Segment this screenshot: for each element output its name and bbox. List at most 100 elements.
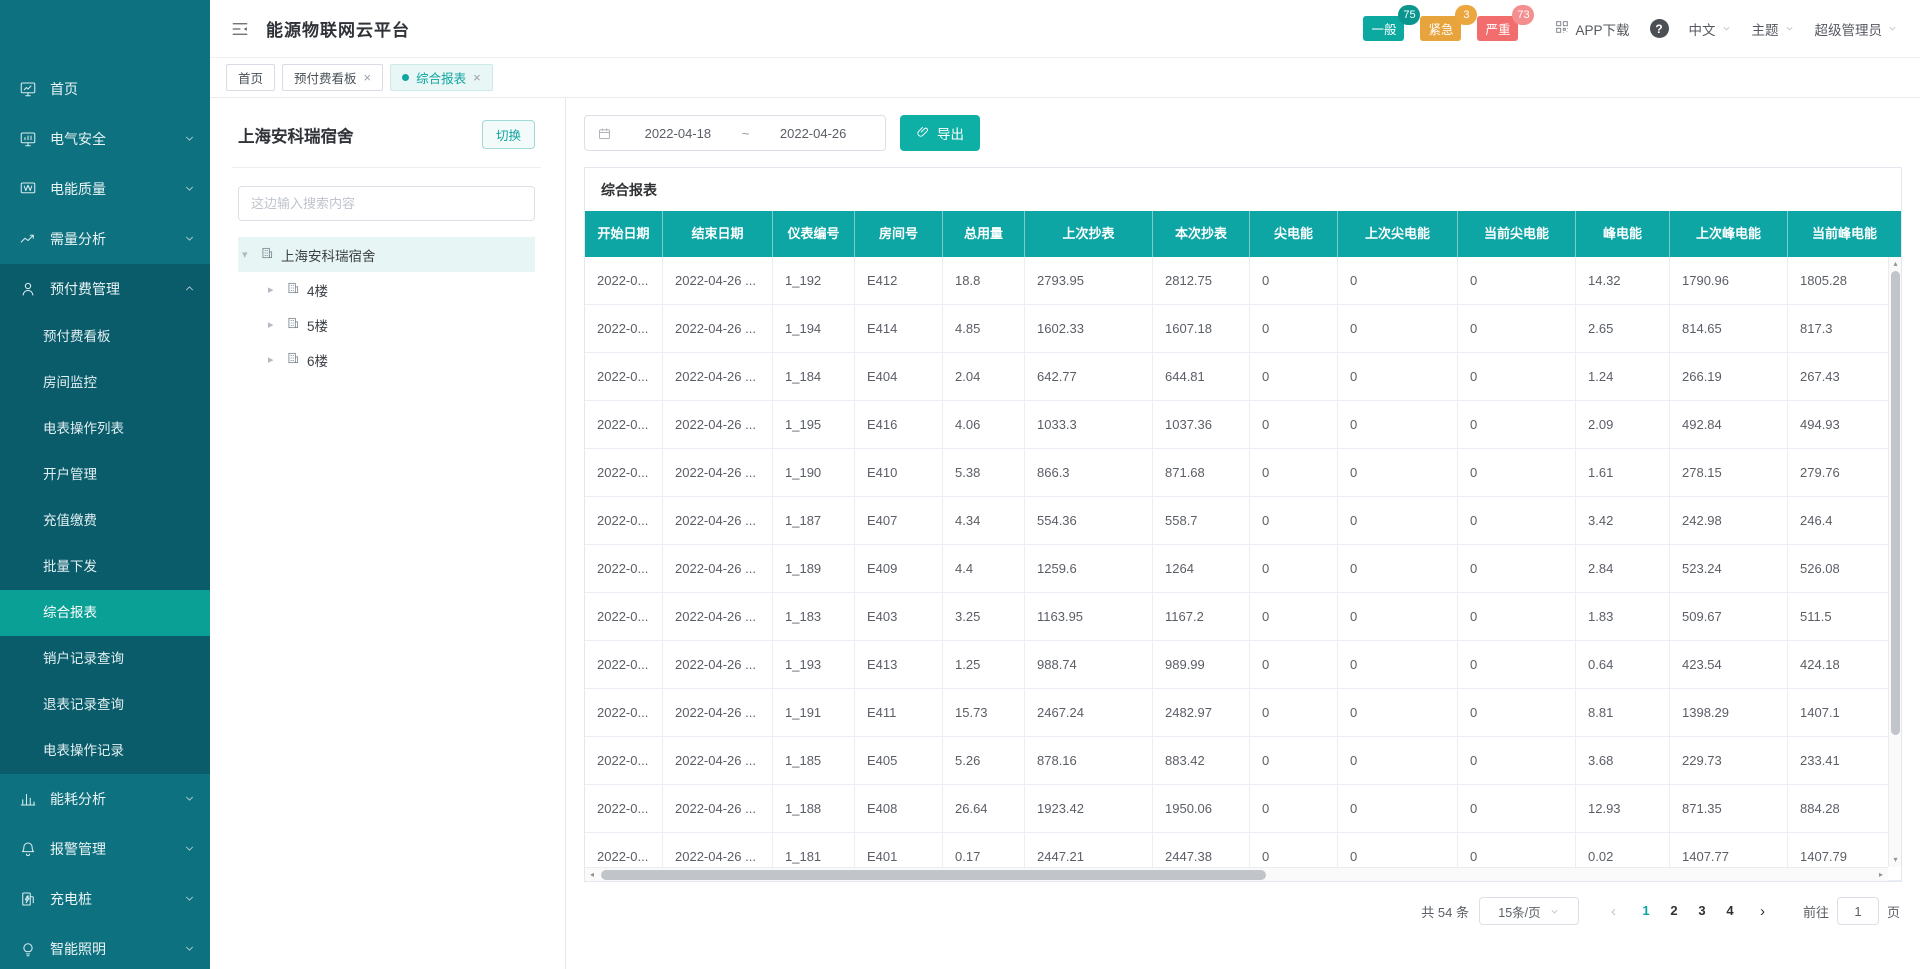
column-header: 本次抄表: [1153, 211, 1250, 257]
next-page-button[interactable]: ›: [1754, 903, 1771, 920]
table-cell: 1398.29: [1670, 689, 1788, 737]
page-3-button[interactable]: 3: [1688, 897, 1716, 925]
sidebar-item-prepaid-management[interactable]: 预付费管理: [0, 264, 210, 314]
alarm-badge-critical[interactable]: 严重73: [1477, 16, 1518, 41]
table-cell: 0.64: [1576, 641, 1670, 689]
page-4-button[interactable]: 4: [1716, 897, 1744, 925]
column-header: 仪表编号: [773, 211, 855, 257]
sidebar-subitem-meter-operation-list[interactable]: 电表操作列表: [0, 406, 210, 452]
caret-right-icon[interactable]: ▸: [268, 353, 279, 366]
table-cell: 2022-04-26 ...: [663, 449, 773, 497]
sidebar-item-alarm-management[interactable]: 报警管理: [0, 824, 210, 874]
sidebar-item-energy-analysis[interactable]: 能耗分析: [0, 774, 210, 824]
sidebar-item-label: 报警管理: [50, 839, 106, 859]
end-date-value[interactable]: 2022-04-26: [753, 126, 873, 141]
table-cell: 0: [1250, 641, 1338, 689]
menu-fold-icon[interactable]: [230, 20, 250, 38]
sidebar-item-charging-pile[interactable]: 充电桩: [0, 874, 210, 924]
building-icon: [260, 246, 274, 263]
table-cell: 2.04: [943, 353, 1025, 401]
sidebar-subitem-account-close-query[interactable]: 销户记录查询: [0, 636, 210, 682]
table-cell: 1163.95: [1025, 593, 1153, 641]
column-header: 峰电能: [1576, 211, 1670, 257]
table-cell: 233.41: [1788, 737, 1901, 785]
language-label: 中文: [1689, 19, 1716, 39]
sidebar-subitem-batch-issue[interactable]: 批量下发: [0, 544, 210, 590]
alarm-badge-general[interactable]: 一般75: [1363, 16, 1404, 41]
user-menu[interactable]: 超级管理员: [1815, 19, 1899, 39]
caret-right-icon[interactable]: ▸: [268, 283, 279, 296]
table-cell: E411: [855, 689, 943, 737]
sidebar-subitem-meter-return-query[interactable]: 退表记录查询: [0, 682, 210, 728]
alarm-badge-urgent[interactable]: 紧急3: [1420, 16, 1461, 41]
language-select[interactable]: 中文: [1689, 19, 1732, 39]
help-icon[interactable]: ?: [1650, 19, 1669, 38]
table-cell: 1.83: [1576, 593, 1670, 641]
sidebar-subitem-recharge-payment[interactable]: 充值缴费: [0, 498, 210, 544]
sidebar-subitem-prepaid-dashboard[interactable]: 预付费看板: [0, 314, 210, 360]
close-tab-icon[interactable]: ×: [364, 71, 372, 84]
table-cell: E408: [855, 785, 943, 833]
close-tab-icon[interactable]: ×: [473, 71, 481, 84]
table-cell: 0: [1458, 257, 1576, 305]
sidebar-subitem-room-monitor[interactable]: 房间监控: [0, 360, 210, 406]
sidebar-item-home[interactable]: 首页: [0, 64, 210, 114]
tree-node-floor-6楼[interactable]: ▸6楼: [238, 342, 535, 377]
tab-home[interactable]: 首页: [226, 64, 275, 91]
table-cell: 1_194: [773, 305, 855, 353]
app-download-link[interactable]: APP下载: [1554, 19, 1629, 39]
app-title: 能源物联网云平台: [266, 16, 410, 41]
page-size-select[interactable]: 15条/页: [1479, 897, 1579, 925]
chevron-down-icon: [1784, 23, 1795, 34]
caret-right-icon[interactable]: ▸: [268, 318, 279, 331]
tab-comprehensive-report[interactable]: 综合报表 ×: [390, 64, 493, 91]
table-cell: 229.73: [1670, 737, 1788, 785]
scroll-up-icon[interactable]: ▴: [1889, 258, 1902, 270]
tree-node-floor-5楼[interactable]: ▸5楼: [238, 307, 535, 342]
horizontal-scrollbar[interactable]: ◂ ▸: [585, 867, 1888, 881]
page-1-button[interactable]: 1: [1632, 897, 1660, 925]
table-cell: 4.4: [943, 545, 1025, 593]
table-cell: E416: [855, 401, 943, 449]
table-cell: 0: [1458, 785, 1576, 833]
sidebar-subitem-account-opening[interactable]: 开户管理: [0, 452, 210, 498]
table-cell: 878.16: [1025, 737, 1153, 785]
switch-site-button[interactable]: 切换: [482, 120, 535, 149]
table-cell: 1607.18: [1153, 305, 1250, 353]
vertical-scrollbar[interactable]: ▴ ▾: [1888, 257, 1901, 867]
scroll-right-icon[interactable]: ▸: [1875, 868, 1887, 881]
theme-select[interactable]: 主题: [1752, 19, 1795, 39]
prev-page-button[interactable]: ‹: [1605, 903, 1622, 920]
sidebar-subitem-comprehensive-report[interactable]: 综合报表: [0, 590, 210, 636]
table-cell: 2022-04-26 ...: [663, 785, 773, 833]
table-cell: 642.77: [1025, 353, 1153, 401]
table-cell: 0: [1250, 737, 1338, 785]
scroll-left-icon[interactable]: ◂: [586, 868, 598, 881]
table-cell: 1602.33: [1025, 305, 1153, 353]
tree-node-floor-4楼[interactable]: ▸4楼: [238, 272, 535, 307]
table-cell: 554.36: [1025, 497, 1153, 545]
column-header: 上次尖电能: [1338, 211, 1458, 257]
sidebar-item-smart-lighting[interactable]: 智能照明: [0, 924, 210, 969]
date-range-picker[interactable]: 2022-04-18 ~ 2022-04-26: [584, 115, 886, 151]
tree-node-root[interactable]: ▾ 上海安科瑞宿舍: [238, 237, 535, 272]
table-row: 2022-0...2022-04-26 ...1_184E4042.04642.…: [585, 353, 1901, 401]
vertical-scroll-thumb[interactable]: [1891, 271, 1900, 735]
start-date-value[interactable]: 2022-04-18: [618, 126, 738, 141]
sidebar-subitem-meter-operation-record[interactable]: 电表操作记录: [0, 728, 210, 774]
caret-down-icon[interactable]: ▾: [242, 248, 253, 261]
table-cell: 0: [1250, 401, 1338, 449]
sidebar-item-power-quality[interactable]: 电能质量: [0, 164, 210, 214]
page-2-button[interactable]: 2: [1660, 897, 1688, 925]
sidebar-item-electrical-safety[interactable]: 电气安全: [0, 114, 210, 164]
table-cell: 0: [1250, 593, 1338, 641]
horizontal-scroll-thumb[interactable]: [601, 870, 1266, 880]
user-name: 超级管理员: [1815, 19, 1883, 39]
sidebar-item-demand-analysis[interactable]: 需量分析: [0, 214, 210, 264]
goto-page-input[interactable]: [1837, 897, 1879, 925]
export-button[interactable]: 导出: [900, 115, 980, 151]
alarm-badges: 一般75 紧急3 严重73: [1363, 16, 1534, 41]
scroll-down-icon[interactable]: ▾: [1889, 854, 1902, 866]
tree-search-input[interactable]: [238, 186, 535, 221]
tab-prepaid-dashboard[interactable]: 预付费看板 ×: [282, 64, 383, 91]
